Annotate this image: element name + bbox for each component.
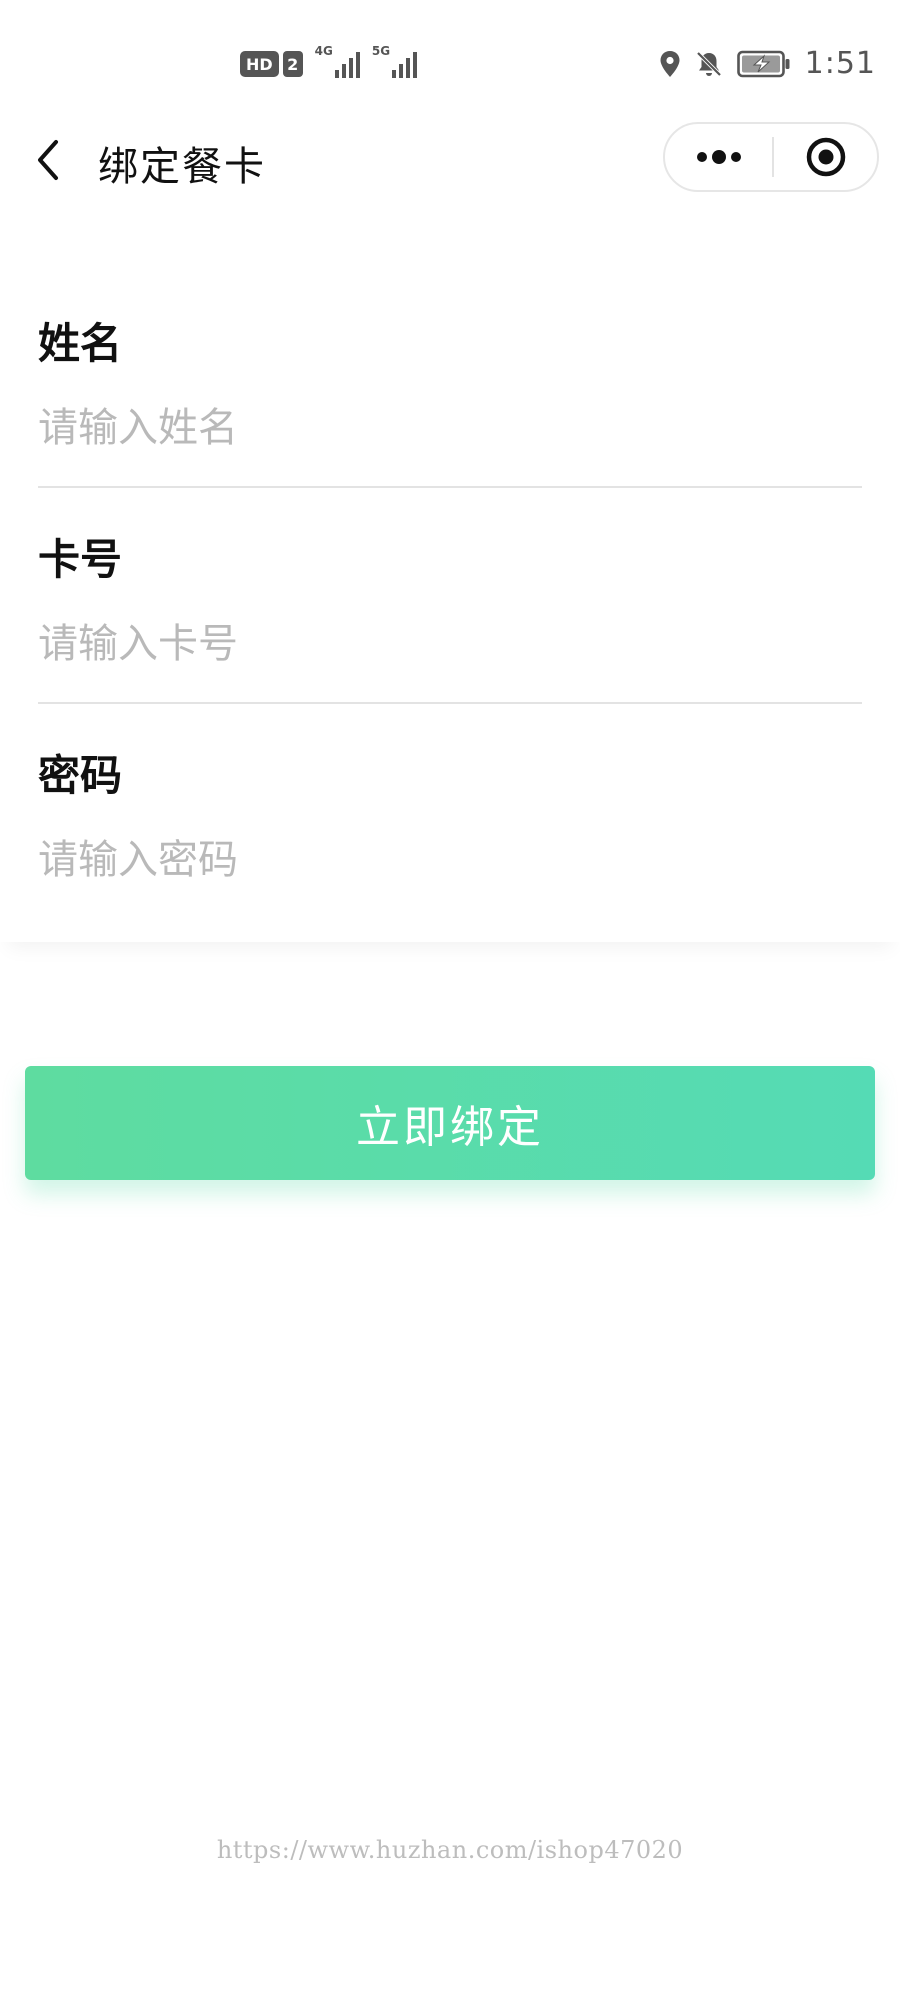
watermark-text: https://www.huzhan.com/ishop47020 [216, 1836, 684, 1864]
status-right-group: 1:51 [659, 46, 876, 81]
name-label: 姓名 [38, 319, 123, 368]
bind-card-form: 姓名 卡号 密码 [0, 262, 900, 942]
status-bar: HD 2 4G 5G 1:51 [0, 0, 900, 120]
field-divider [38, 486, 862, 488]
signal-5g: 5G [372, 44, 418, 78]
card-number-field-group: 卡号 [38, 532, 862, 674]
miniprogram-capsule [663, 122, 879, 192]
password-label: 密码 [38, 751, 123, 800]
name-field-group: 姓名 [38, 316, 862, 458]
back-icon[interactable] [30, 136, 70, 184]
page-title: 绑定餐卡 [98, 144, 266, 190]
signal-4g: 4G [315, 44, 360, 78]
bell-muted-icon [696, 51, 722, 76]
close-miniprogram-icon [806, 137, 845, 177]
status-time: 1:51 [804, 46, 876, 81]
password-field-group: 密码 [38, 748, 862, 890]
network-4g-label: 4G [314, 44, 333, 58]
nav-bar: 绑定餐卡 [0, 120, 900, 200]
more-icon [696, 150, 741, 164]
hd-badge: HD [240, 51, 279, 77]
more-button[interactable] [665, 124, 772, 190]
signal-bars-icon [334, 50, 360, 78]
bind-now-button[interactable]: 立即绑定 [25, 1066, 875, 1180]
network-5g-label: 5G [371, 44, 391, 58]
name-input[interactable] [38, 398, 862, 458]
location-icon [660, 50, 680, 77]
card-number-label: 卡号 [38, 535, 123, 584]
field-divider [38, 702, 862, 704]
sim-badge: 2 [282, 51, 303, 77]
bind-card-page: HD 2 4G 5G 1:51 绑定餐卡 姓名 请输入姓名 卡号 请输入卡号 密… [0, 0, 900, 2000]
signal-bars-icon [392, 50, 418, 78]
card-number-input[interactable] [38, 614, 862, 674]
close-miniprogram-button[interactable] [774, 124, 877, 190]
battery-charging-icon [736, 50, 790, 77]
password-input[interactable] [38, 830, 862, 890]
status-left-group: HD 2 4G 5G [240, 44, 418, 78]
